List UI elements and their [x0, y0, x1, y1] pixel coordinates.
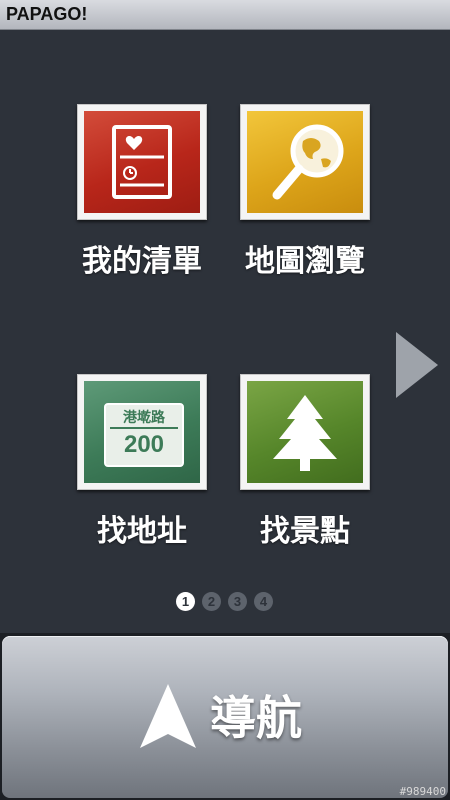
page-dot-2[interactable]: 2: [202, 592, 221, 611]
list-document-icon: [84, 111, 200, 213]
address-sign-icon: 港墘路 200: [84, 381, 200, 483]
app-title: PAPAGO!: [6, 4, 88, 24]
address-sign-text: 港墘路: [123, 410, 165, 426]
navigation-label: 導航: [210, 691, 302, 745]
my-list-tile[interactable]: [77, 104, 207, 220]
find-address-label[interactable]: 找地址: [62, 506, 222, 550]
map-browse-label[interactable]: 地圖瀏覽: [225, 236, 385, 280]
find-attraction-label[interactable]: 找景點: [225, 506, 385, 550]
page-dot-4[interactable]: 4: [254, 592, 273, 611]
navigation-arrow-icon: [140, 684, 196, 748]
map-browse-tile[interactable]: [240, 104, 370, 220]
globe-magnifier-icon: [247, 111, 363, 213]
address-sign-number: 200: [123, 431, 165, 458]
chevron-right-icon[interactable]: [394, 332, 440, 398]
tree-icon: [247, 381, 363, 483]
find-attraction-tile[interactable]: [240, 374, 370, 490]
watermark: #989400: [399, 785, 446, 798]
bottom-bar: 導航: [0, 633, 450, 800]
navigation-button[interactable]: 導航: [2, 636, 448, 798]
page-dot-1[interactable]: 1: [176, 592, 195, 611]
address-sign: 港墘路 200: [104, 403, 184, 467]
page-indicator: 1 2 3 4: [0, 592, 450, 612]
title-bar: PAPAGO!: [0, 0, 450, 30]
page-dot-3[interactable]: 3: [228, 592, 247, 611]
find-address-tile[interactable]: 港墘路 200: [77, 374, 207, 490]
my-list-label[interactable]: 我的清單: [62, 236, 222, 280]
main-menu: 我的清單 地圖瀏覽 港墘路 200 找地址 找景點: [0, 30, 450, 633]
